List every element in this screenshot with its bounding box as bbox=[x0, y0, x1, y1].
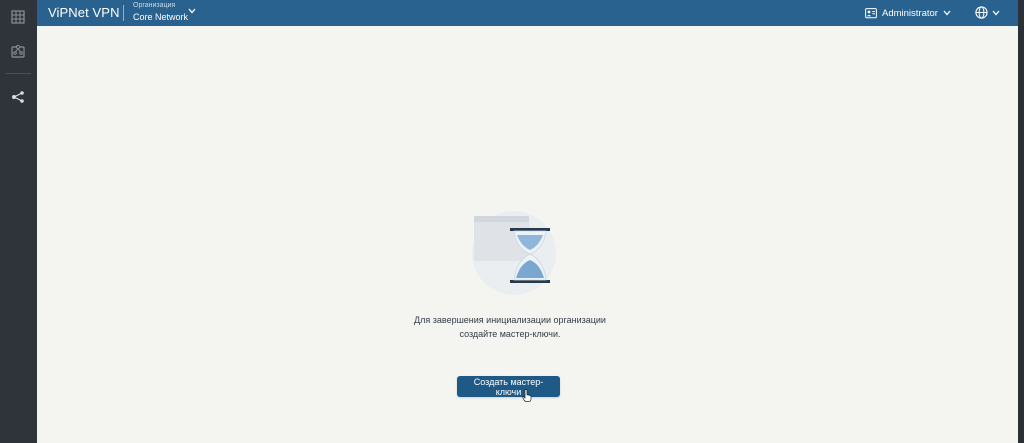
hourglass-illustration bbox=[472, 211, 556, 295]
organization-selector[interactable]: Core Network bbox=[133, 12, 188, 22]
sidebar-item-dashboard[interactable] bbox=[8, 7, 28, 27]
window-edge bbox=[1018, 0, 1024, 443]
initialization-message: Для завершения инициализации организации… bbox=[397, 313, 623, 341]
header-divider bbox=[123, 5, 124, 21]
message-line-1: Для завершения инициализации организации bbox=[414, 315, 606, 325]
language-menu[interactable] bbox=[975, 6, 1000, 19]
share-nodes-icon bbox=[12, 91, 24, 103]
globe-icon bbox=[975, 6, 988, 19]
app-frame: ViPNet VPN Организация Core Network Admi… bbox=[37, 0, 1018, 443]
hand-cursor-icon bbox=[522, 389, 532, 402]
user-name: Administrator bbox=[882, 7, 938, 19]
organization-caption: Организация bbox=[133, 2, 176, 9]
user-menu[interactable]: Administrator bbox=[865, 6, 951, 20]
sidebar-item-connections[interactable] bbox=[8, 87, 28, 107]
sidebar-item-network-map[interactable] bbox=[8, 41, 28, 61]
sidebar bbox=[0, 0, 37, 443]
chevron-down-icon bbox=[943, 10, 951, 16]
network-map-icon bbox=[11, 44, 25, 58]
user-badge-icon bbox=[865, 8, 877, 19]
grid-icon bbox=[11, 10, 25, 24]
sidebar-divider bbox=[6, 73, 31, 74]
message-line-2: создайте мастер-ключи. bbox=[459, 329, 561, 339]
chevron-down-icon[interactable] bbox=[188, 8, 196, 14]
app-title: ViPNet VPN bbox=[48, 5, 120, 20]
chevron-down-icon bbox=[992, 10, 1000, 15]
top-bar: ViPNet VPN Организация Core Network Admi… bbox=[37, 0, 1018, 26]
create-master-keys-button[interactable]: Создать мастер-ключи bbox=[457, 376, 560, 397]
